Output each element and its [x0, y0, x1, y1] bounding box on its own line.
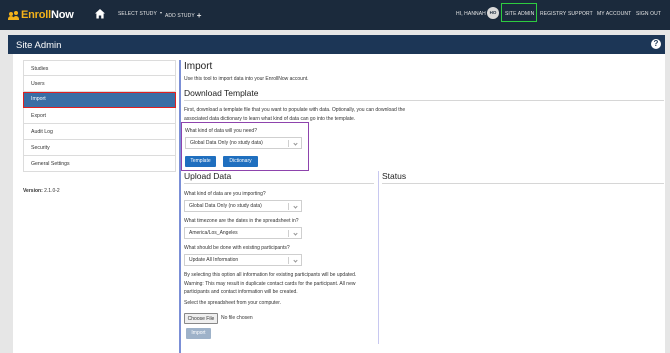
select-file-instructions: Select the spreadsheet from your compute…: [184, 300, 281, 306]
plus-icon: +: [196, 11, 202, 20]
nav-sign-out[interactable]: SIGN OUT: [636, 11, 661, 17]
divider: [184, 183, 374, 184]
chevron-down-icon: [293, 204, 298, 209]
existing-participants-value: Update All Information: [189, 257, 239, 263]
sidebar-item-audit-log[interactable]: Audit Log: [23, 124, 176, 140]
people-group-icon: [8, 10, 19, 20]
divider: [184, 100, 664, 101]
chevron-down-icon: [293, 231, 298, 236]
avatar[interactable]: HO: [487, 7, 499, 19]
nav-support[interactable]: SUPPORT: [568, 11, 593, 17]
version-label: Version:: [23, 188, 43, 194]
select-study-label: SELECT STUDY: [118, 11, 157, 17]
existing-participants-select[interactable]: Update All Information: [184, 254, 302, 266]
nav-registry[interactable]: REGISTRY: [540, 11, 566, 17]
sidebar-item-general-settings[interactable]: General Settings: [23, 156, 176, 172]
add-study-label: ADD STUDY: [165, 13, 195, 19]
importing-data-label: What kind of data are you importing?: [184, 191, 266, 197]
chevron-down-icon: [293, 258, 298, 263]
home-icon[interactable]: [94, 8, 106, 20]
sidebar-item-users[interactable]: Users: [23, 76, 176, 92]
nav-my-account[interactable]: MY ACCOUNT: [597, 11, 631, 17]
download-template-title: Download Template: [184, 88, 259, 98]
version-info: Version: 2.1.0-2: [23, 188, 60, 194]
brand-name: EnrollNow: [21, 9, 74, 21]
sidebar-item-studies[interactable]: Studies: [23, 60, 176, 76]
sidebar: Studies Users Import Export Audit Log Se…: [23, 60, 176, 172]
import-button[interactable]: Import: [186, 328, 211, 339]
need-data-value: Global Data Only (no study data): [190, 140, 263, 146]
timezone-select[interactable]: America/Los_Angeles: [184, 227, 302, 239]
select-study-menu[interactable]: SELECT STUDY: [118, 11, 162, 17]
existing-participants-label: What should be done with existing partic…: [184, 245, 290, 251]
page-title: Site Admin: [16, 40, 62, 51]
page-header: Site Admin ?: [8, 35, 665, 54]
update-warning: By selecting this option all information…: [184, 272, 357, 295]
top-navigation: EnrollNow SELECT STUDY ADD STUDY + HI, HA…: [0, 0, 670, 30]
sidebar-item-import[interactable]: Import: [23, 92, 176, 108]
sidebar-item-export[interactable]: Export: [23, 108, 176, 124]
importing-data-select[interactable]: Global Data Only (no study data): [184, 200, 302, 212]
version-value: 2.1.0-2: [44, 188, 60, 194]
divider: [382, 183, 664, 184]
chevron-down-icon: [293, 141, 298, 146]
need-data-select[interactable]: Global Data Only (no study data): [185, 137, 302, 149]
status-divider: [378, 171, 379, 344]
need-data-label: What kind of data will you need?: [185, 128, 257, 134]
template-button[interactable]: Template: [185, 156, 216, 167]
import-title: Import: [184, 61, 213, 72]
download-instructions: First, download a template file that you…: [184, 107, 406, 122]
file-status: No file chosen: [221, 315, 253, 321]
sidebar-item-security[interactable]: Security: [23, 140, 176, 156]
brand-logo[interactable]: EnrollNow: [8, 8, 74, 22]
importing-data-value: Global Data Only (no study data): [189, 203, 262, 209]
question-circle-icon[interactable]: ?: [651, 39, 661, 49]
user-greeting: HI, HANNAH: [456, 11, 486, 17]
content-divider: [179, 60, 181, 353]
import-intro: Use this tool to import data into your E…: [184, 76, 309, 82]
dictionary-button[interactable]: Dictionary: [223, 156, 258, 167]
timezone-label: What timezone are the dates in the sprea…: [184, 218, 299, 224]
add-study-button[interactable]: ADD STUDY +: [165, 11, 202, 20]
timezone-value: America/Los_Angeles: [189, 230, 238, 236]
choose-file-button[interactable]: Choose File: [184, 313, 218, 324]
status-title: Status: [382, 171, 407, 181]
nav-site-admin[interactable]: SITE ADMIN: [505, 11, 534, 17]
upload-data-title: Upload Data: [184, 171, 232, 181]
chevron-down-icon: [159, 12, 162, 14]
